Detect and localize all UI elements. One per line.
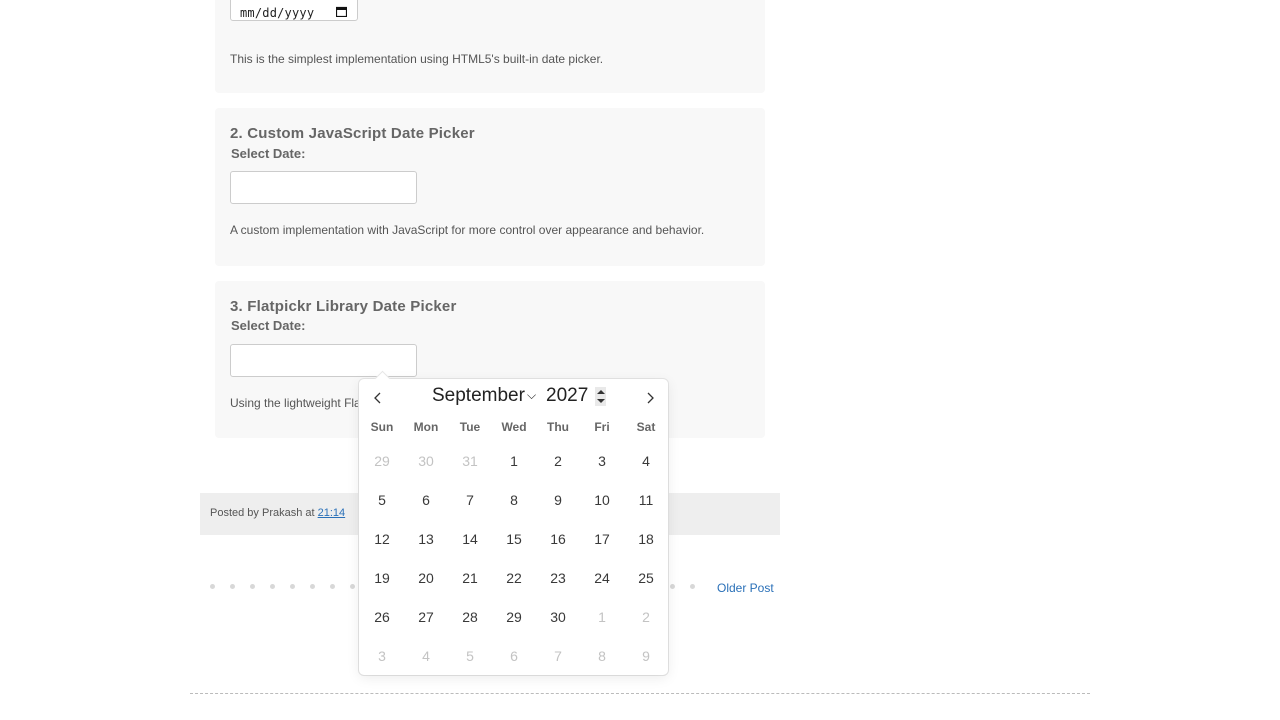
next-month-icon[interactable] [643, 391, 657, 405]
year-value: 2027 [546, 385, 589, 406]
calendar-day[interactable]: 27 [406, 601, 446, 633]
month-select[interactable]: September ⌵ [432, 385, 536, 407]
calendar-day[interactable]: 5 [450, 640, 490, 672]
calendar-day[interactable]: 4 [626, 445, 666, 477]
calendar-day[interactable]: 17 [582, 523, 622, 555]
calendar-day[interactable]: 8 [494, 484, 534, 516]
calendar-day[interactable]: 23 [538, 562, 578, 594]
pager-dot [250, 584, 255, 589]
calendar-day[interactable]: 7 [538, 640, 578, 672]
calendar-day[interactable]: 8 [582, 640, 622, 672]
weekday-label: Mon [413, 420, 439, 434]
calendar-day[interactable]: 2 [538, 445, 578, 477]
calendar-day[interactable]: 1 [494, 445, 534, 477]
page-divider [190, 693, 1090, 694]
year-up-icon[interactable] [597, 390, 605, 394]
posted-by-text: Posted by Prakash at [210, 507, 315, 519]
calendar-day[interactable]: 29 [362, 445, 402, 477]
calendar-day[interactable]: 30 [538, 601, 578, 633]
pager-dot [210, 584, 215, 589]
calendar-icon[interactable] [336, 6, 347, 17]
posted-by: Posted by Prakash at 21:14 [210, 507, 345, 519]
calendar-day[interactable]: 4 [406, 640, 446, 672]
calendar-day[interactable]: 31 [450, 445, 490, 477]
pager-dot [690, 584, 695, 589]
calendar-day[interactable]: 21 [450, 562, 490, 594]
pager-dot [670, 584, 675, 589]
older-post-link[interactable]: Older Post [717, 581, 774, 595]
year-stepper[interactable] [595, 387, 606, 406]
calendar-day[interactable]: 7 [450, 484, 490, 516]
calendar-day[interactable]: 24 [582, 562, 622, 594]
calendar-day[interactable]: 15 [494, 523, 534, 555]
calendar-day[interactable]: 29 [494, 601, 534, 633]
section2-title: 2. Custom JavaScript Date Picker [230, 125, 475, 142]
weekday-label: Sun [370, 420, 394, 434]
weekday-label: Tue [459, 420, 481, 434]
calendar-day[interactable]: 6 [406, 484, 446, 516]
flatpickr-date-input[interactable] [230, 344, 417, 377]
calendar-day[interactable]: 3 [362, 640, 402, 672]
pager-dot [230, 584, 235, 589]
calendar-day[interactable]: 2 [626, 601, 666, 633]
calendar-day[interactable]: 28 [450, 601, 490, 633]
section1-description: This is the simplest implementation usin… [230, 52, 604, 66]
calendar-day[interactable]: 22 [494, 562, 534, 594]
calendar-day[interactable]: 9 [538, 484, 578, 516]
calendar-day[interactable]: 20 [406, 562, 446, 594]
calendar-day[interactable]: 12 [362, 523, 402, 555]
calendar-day[interactable]: 18 [626, 523, 666, 555]
chevron-down-icon: ⌵ [526, 388, 537, 403]
calendar-day[interactable]: 19 [362, 562, 402, 594]
year-input[interactable]: 2027 [542, 385, 606, 409]
calendar-day[interactable]: 5 [362, 484, 402, 516]
calendar-day[interactable]: 1 [582, 601, 622, 633]
pager-dot [330, 584, 335, 589]
post-time-link[interactable]: 21:14 [318, 507, 346, 519]
section-custom-js-date-picker: 2. Custom JavaScript Date Picker Select … [215, 108, 765, 266]
calendar-day[interactable]: 10 [582, 484, 622, 516]
pager-dot [350, 584, 355, 589]
prev-month-icon[interactable] [371, 391, 385, 405]
section3-title: 3. Flatpickr Library Date Picker [230, 298, 457, 315]
year-down-icon[interactable] [597, 399, 605, 403]
calendar-day[interactable]: 26 [362, 601, 402, 633]
section-html5-date-picker: mm/dd/yyyy This is the simplest implemen… [215, 0, 765, 93]
calendar-day[interactable]: 30 [406, 445, 446, 477]
calendar-day[interactable]: 11 [626, 484, 666, 516]
pager-dot [270, 584, 275, 589]
calendar-day[interactable]: 9 [626, 640, 666, 672]
pager-dot [310, 584, 315, 589]
weekday-label: Fri [594, 420, 610, 434]
section2-label: Select Date: [231, 146, 306, 161]
weekday-label: Wed [501, 420, 527, 434]
custom-date-input[interactable] [230, 171, 417, 204]
pager-dot [290, 584, 295, 589]
calendar-day[interactable]: 16 [538, 523, 578, 555]
month-value: September [432, 385, 525, 406]
calendar-day[interactable]: 25 [626, 562, 666, 594]
date-input-placeholder: mm/dd/yyyy [240, 6, 315, 20]
calendar-day[interactable]: 14 [450, 523, 490, 555]
weekday-label: Thu [547, 420, 569, 434]
calendar-day[interactable]: 13 [406, 523, 446, 555]
section3-description: Using the lightweight Fla [230, 396, 361, 410]
html5-date-input[interactable]: mm/dd/yyyy [230, 0, 358, 21]
flatpickr-calendar: September ⌵ 2027 Sun Mon Tue Wed Thu Fri Sat 29… [359, 370, 668, 675]
weekday-label: Sat [636, 420, 656, 434]
section2-description: A custom implementation with JavaScript … [230, 223, 705, 237]
calendar-day[interactable]: 3 [582, 445, 622, 477]
section3-label: Select Date: [231, 318, 306, 333]
calendar-day[interactable]: 6 [494, 640, 534, 672]
